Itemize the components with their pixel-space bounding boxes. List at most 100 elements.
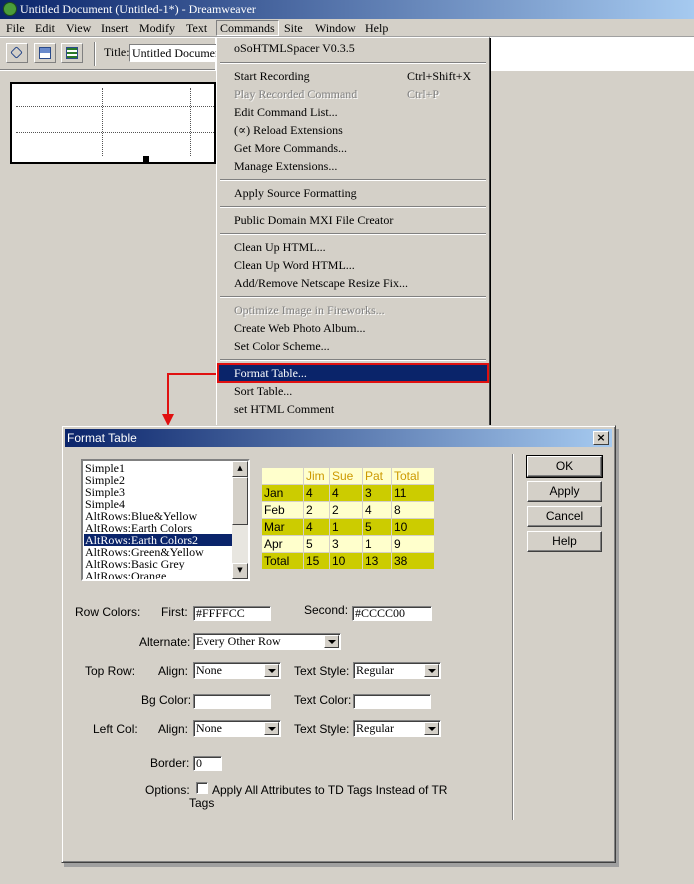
td-tags-checkbox-label[interactable]: Apply All Attributes to TD Tags Instead … bbox=[212, 783, 447, 797]
shortcut-play-recorded: Ctrl+P bbox=[407, 87, 440, 101]
menu-item-get-more-commands[interactable]: Get More Commands... bbox=[234, 139, 347, 157]
top-row-align-select[interactable]: None bbox=[193, 662, 281, 679]
menu-bar: File Edit View Insert Modify Text Comman… bbox=[0, 19, 694, 37]
dialog-title: Format Table bbox=[67, 431, 137, 445]
table-gridline bbox=[102, 88, 103, 156]
preview-cell: 1 bbox=[330, 519, 362, 535]
preview-cell: Mar bbox=[262, 519, 303, 535]
first-color-label: First: bbox=[161, 605, 188, 619]
window-title-bar[interactable]: Untitled Document (Untitled-1*) - Dreamw… bbox=[0, 0, 694, 19]
split-view-button[interactable] bbox=[34, 43, 56, 63]
border-label: Border: bbox=[150, 756, 190, 770]
scroll-thumb[interactable] bbox=[232, 477, 248, 525]
menu-item-sort-table[interactable]: Sort Table... bbox=[234, 382, 292, 400]
format-table-dialog: Format Table × Simple1 Simple2 Simple3 S… bbox=[61, 425, 616, 863]
left-col-text-style-select[interactable]: Regular bbox=[353, 720, 441, 737]
list-scrollbar[interactable]: ▲ ▼ bbox=[232, 461, 248, 579]
document-canvas[interactable] bbox=[10, 82, 216, 164]
menu-item-set-color-scheme[interactable]: Set Color Scheme... bbox=[234, 337, 330, 355]
list-item[interactable]: Simple2 bbox=[84, 474, 234, 486]
close-icon[interactable]: × bbox=[593, 431, 609, 445]
td-tags-checkbox[interactable] bbox=[196, 782, 208, 794]
options-label: Options: bbox=[145, 783, 190, 797]
list-item[interactable]: Simple4 bbox=[84, 498, 234, 510]
table-gridline bbox=[190, 88, 191, 156]
chevron-down-icon[interactable] bbox=[424, 664, 439, 677]
code-view-button[interactable] bbox=[6, 43, 28, 63]
table-style-list[interactable]: Simple1 Simple2 Simple3 Simple4 AltRows:… bbox=[81, 459, 250, 581]
menu-item-clean-up-word-html[interactable]: Clean Up Word HTML... bbox=[234, 256, 355, 274]
border-input[interactable]: 0 bbox=[193, 756, 222, 771]
chevron-down-icon[interactable] bbox=[324, 635, 339, 648]
list-item-selected[interactable]: AltRows:Earth Colors2 bbox=[84, 534, 234, 546]
menu-item-mxi-file-creator[interactable]: Public Domain MXI File Creator bbox=[234, 211, 393, 229]
menu-view[interactable]: View bbox=[63, 20, 94, 36]
menu-item-netscape-resize-fix[interactable]: Add/Remove Netscape Resize Fix... bbox=[234, 274, 408, 292]
help-button[interactable]: Help bbox=[527, 531, 602, 552]
scroll-up-icon[interactable]: ▲ bbox=[232, 461, 248, 477]
preview-cell: 2 bbox=[330, 502, 362, 518]
alternate-select[interactable]: Every Other Row bbox=[193, 633, 341, 650]
first-color-input[interactable]: #FFFFCC bbox=[193, 606, 271, 621]
preview-cell: 3 bbox=[330, 536, 362, 552]
menu-help[interactable]: Help bbox=[362, 20, 391, 36]
menu-item-format-table[interactable]: Format Table... bbox=[217, 363, 489, 383]
list-item[interactable]: AltRows:Green&Yellow bbox=[84, 546, 234, 558]
chevron-down-icon[interactable] bbox=[264, 664, 279, 677]
top-row-bg-color-input[interactable] bbox=[193, 694, 271, 709]
preview-cell: 4 bbox=[363, 502, 391, 518]
chevron-down-icon[interactable] bbox=[424, 722, 439, 735]
preview-cell: Feb bbox=[262, 502, 303, 518]
list-item[interactable]: AltRows:Earth Colors bbox=[84, 522, 234, 534]
menu-insert[interactable]: Insert bbox=[98, 20, 131, 36]
menu-item-start-recording[interactable]: Start Recording bbox=[234, 67, 310, 85]
preview-cell: 38 bbox=[392, 553, 434, 569]
menu-separator bbox=[220, 179, 486, 181]
shortcut-start-recording: Ctrl+Shift+X bbox=[407, 69, 472, 83]
left-col-align-select[interactable]: None bbox=[193, 720, 281, 737]
document-title-input[interactable]: Untitled Documen bbox=[129, 44, 217, 62]
menu-site[interactable]: Site bbox=[281, 20, 306, 36]
menu-separator bbox=[220, 233, 486, 235]
preview-cell: Jan bbox=[262, 485, 303, 501]
menu-edit[interactable]: Edit bbox=[32, 20, 58, 36]
list-item[interactable]: AltRows:Basic Grey bbox=[84, 558, 234, 570]
menu-item-set-html-comment[interactable]: set HTML Comment bbox=[234, 400, 334, 418]
preview-cell: 15 bbox=[304, 553, 329, 569]
menu-item-osohtmlspacer[interactable]: oSoHTMLSpacer V0.3.5 bbox=[234, 39, 355, 57]
top-row-text-color-input[interactable] bbox=[353, 694, 431, 709]
menu-window[interactable]: Window bbox=[312, 20, 359, 36]
menu-item-create-web-photo-album[interactable]: Create Web Photo Album... bbox=[234, 319, 365, 337]
top-row-text-style-select[interactable]: Regular bbox=[353, 662, 441, 679]
menu-modify[interactable]: Modify bbox=[136, 20, 178, 36]
list-item[interactable]: Simple1 bbox=[84, 462, 234, 474]
button-divider bbox=[512, 454, 514, 820]
design-view-button[interactable] bbox=[61, 43, 83, 63]
menu-item-reload-extensions[interactable]: (∝) Reload Extensions bbox=[234, 121, 343, 139]
preview-cell: Pat bbox=[363, 468, 391, 484]
chevron-down-icon[interactable] bbox=[264, 722, 279, 735]
cancel-button[interactable]: Cancel bbox=[527, 506, 602, 527]
table-gridline bbox=[16, 132, 214, 133]
menu-text[interactable]: Text bbox=[183, 20, 210, 36]
list-item[interactable]: AltRows:Blue&Yellow bbox=[84, 510, 234, 522]
menu-item-format-table-label: Format Table... bbox=[234, 366, 307, 380]
ok-button[interactable]: OK bbox=[526, 455, 603, 478]
list-item[interactable]: Simple3 bbox=[84, 486, 234, 498]
row-colors-label: Row Colors: bbox=[75, 605, 141, 619]
menu-item-apply-source-formatting[interactable]: Apply Source Formatting bbox=[234, 184, 357, 202]
second-color-input[interactable]: #CCCC00 bbox=[352, 606, 432, 621]
table-resize-handle[interactable] bbox=[143, 156, 149, 162]
list-item[interactable]: AltRows:Orange bbox=[84, 570, 234, 579]
menu-item-clean-up-html[interactable]: Clean Up HTML... bbox=[234, 238, 326, 256]
menu-item-edit-command-list[interactable]: Edit Command List... bbox=[234, 103, 338, 121]
scroll-down-icon[interactable]: ▼ bbox=[232, 563, 248, 579]
apply-button[interactable]: Apply bbox=[527, 481, 602, 502]
dialog-title-bar[interactable]: Format Table × bbox=[65, 429, 612, 447]
title-label: Title: bbox=[104, 45, 130, 59]
preview-cell: 10 bbox=[330, 553, 362, 569]
menu-commands[interactable]: Commands bbox=[216, 20, 279, 36]
menu-file[interactable]: File bbox=[3, 20, 28, 36]
menu-item-manage-extensions[interactable]: Manage Extensions... bbox=[234, 157, 337, 175]
table-gridline bbox=[16, 106, 214, 107]
